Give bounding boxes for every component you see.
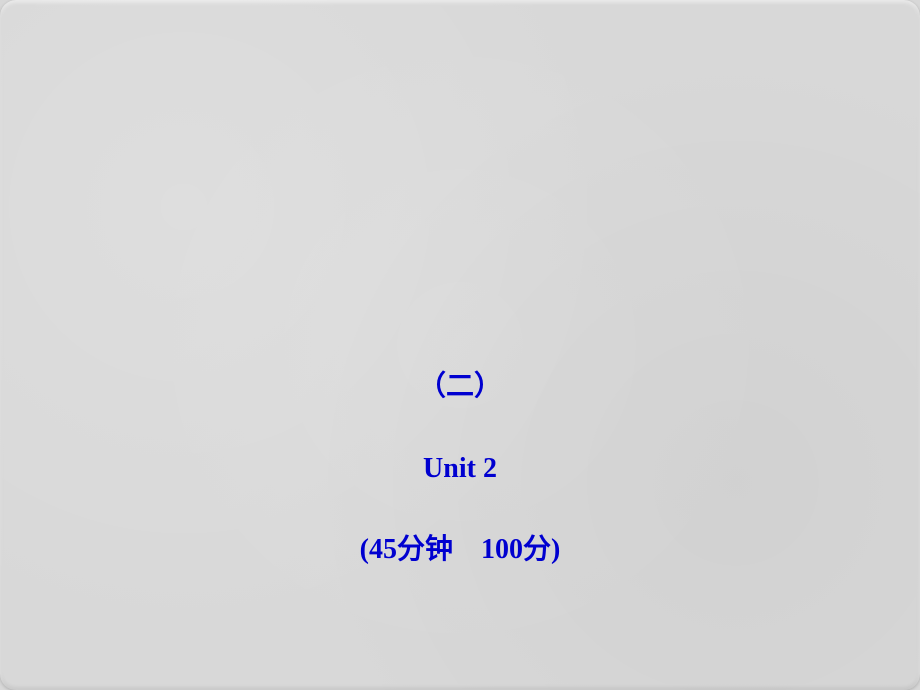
unit-label: Unit 2 [0, 452, 920, 486]
slide-container: （二） Unit 2 (45分钟 100分) [0, 0, 920, 690]
duration-score-label: (45分钟 100分) [0, 533, 920, 567]
section-label: （二） [0, 370, 920, 404]
slide-content: （二） Unit 2 (45分钟 100分) [0, 370, 920, 567]
